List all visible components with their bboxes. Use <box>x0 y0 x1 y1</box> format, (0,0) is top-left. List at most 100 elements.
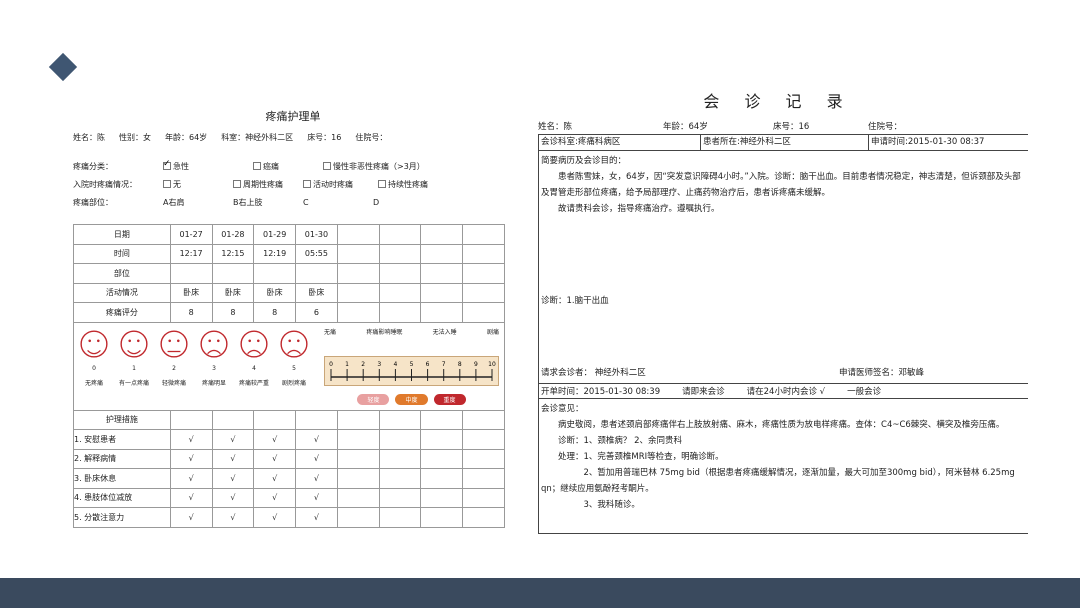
admission-label: 入院时疼痛情况： <box>73 179 137 189</box>
checkbox[interactable] <box>378 180 386 188</box>
record-cell: 12:15 <box>211 243 255 264</box>
admission-pain-row: 入院时疼痛情况： 无 周期性疼痛 活动时疼痛 持续性疼痛 <box>73 175 513 193</box>
record-cell <box>420 282 464 303</box>
checkbox-checked[interactable] <box>163 159 171 170</box>
measure-cell: √ <box>295 468 338 489</box>
category-cancer[interactable]: 癌痛 <box>253 161 323 172</box>
checkbox[interactable] <box>303 180 311 188</box>
pain-face-5: 5 剧烈疼痛 <box>277 329 311 387</box>
measure-cell <box>378 448 422 469</box>
option-general: 一般会诊 <box>847 387 882 397</box>
svg-text:10: 10 <box>488 361 496 368</box>
record-row-head: 部位 <box>73 263 171 284</box>
record-cell <box>420 243 464 264</box>
info-bed: 床号：16 <box>307 133 342 142</box>
record-cell <box>336 263 380 284</box>
pain-sheet-title: 疼痛护理单 <box>265 110 321 123</box>
order-time: 开单时间：2015-01-30 08:39 <box>541 387 661 397</box>
record-cell <box>378 282 422 303</box>
record-cell <box>336 282 380 303</box>
svg-text:3: 3 <box>377 361 381 368</box>
record-cell: 05:55 <box>295 243 338 264</box>
admission-none[interactable]: 无 <box>163 179 233 190</box>
pill-mild: 轻度 <box>357 393 390 405</box>
scale-label-nosleep: 无法入睡 <box>432 328 457 336</box>
history-paragraph-2: 故请贵科会诊，指导疼痛治疗。遵嘱执行。 <box>558 204 720 214</box>
record-row-head: 疼痛评分 <box>73 302 171 323</box>
measure-cell <box>462 487 505 508</box>
pain-category-row: 疼痛分类： 急性 癌痛 慢性非恶性疼痛（>3月） <box>73 157 513 175</box>
opinion-1: 病史敬阅，患者述颈肩部疼痛伴右上肢放射痛、麻木，疼痛性质为放电样疼痛。查体：C4… <box>558 420 1005 430</box>
record-row-head: 时间 <box>73 243 171 264</box>
pill-severe: 重度 <box>433 393 466 405</box>
measure-row-head: 1. 安慰患者 <box>73 429 171 450</box>
scale-label-sleep: 疼痛影响睡眠 <box>366 328 403 336</box>
requester: 请求会诊者： 神经外科二区 <box>541 368 646 378</box>
opinion-3: 处理：1、完善颈椎MRI等检查，明确诊断。 <box>558 452 724 462</box>
measure-cell <box>420 507 464 528</box>
admission-activity[interactable]: 活动时疼痛 <box>303 179 378 190</box>
record-cell <box>295 263 338 284</box>
record-row: 时间 12:17 12:15 12:19 05:55 <box>73 243 505 264</box>
face-label: 疼痛较严重 <box>238 379 269 387</box>
pain-face-4: 4 疼痛较严重 <box>237 329 271 387</box>
record-row: 日期 01-27 01-28 01-29 01-30 <box>73 224 505 245</box>
opinion-2: 诊断：1、颈椎病？ 2、余同贵科 <box>558 436 683 446</box>
measure-cell: √ <box>211 429 255 450</box>
record-cell: 8 <box>169 302 213 323</box>
face-number: 3 <box>212 364 216 372</box>
record-cell: 8 <box>211 302 255 323</box>
face-number: 2 <box>172 364 176 372</box>
svg-text:0: 0 <box>329 361 333 368</box>
measure-cell <box>462 429 505 450</box>
category-acute[interactable]: 急性 <box>163 159 253 172</box>
pill-moderate: 中度 <box>395 393 428 405</box>
opinion-4: 2、暂加用普瑞巴林 75mg bid（根据患者疼痛缓解情况，逐渐加量，最大可加至… <box>541 468 1015 494</box>
checkbox[interactable] <box>323 162 331 170</box>
measure-cell: √ <box>295 448 338 469</box>
site-label: 疼痛部位： <box>73 197 113 207</box>
checkbox[interactable] <box>163 180 171 188</box>
consultation-record: 会 诊 记 录 姓名：陈 年龄：64岁 床号：16 住院号： 会诊科室:疼痛科病… <box>538 88 1058 534</box>
measure-cell: √ <box>169 448 213 469</box>
measure-row: 5. 分散注意力 √ √ √ √ <box>73 507 505 528</box>
svg-text:6: 6 <box>426 361 430 368</box>
consult-name: 姓名：陈 <box>538 122 573 132</box>
admission-persistent[interactable]: 持续性疼痛 <box>378 179 428 190</box>
pain-record-table: 日期 01-27 01-28 01-29 01-30 时间 12:17 12:15 12:19 0… <box>73 224 505 528</box>
info-name: 姓名：陈 <box>73 133 105 142</box>
record-cell: 01-29 <box>253 224 297 245</box>
slide-diamond-marker <box>48 52 78 82</box>
checkbox[interactable] <box>253 162 261 170</box>
measure-cell <box>336 507 380 528</box>
record-cell: 卧床 <box>253 282 297 303</box>
measure-cell: √ <box>253 448 297 469</box>
record-cell <box>378 224 422 245</box>
measure-cell <box>378 429 422 450</box>
measure-cell: √ <box>253 429 297 450</box>
record-cell: 卧床 <box>169 282 213 303</box>
measure-row: 2. 解释病情 √ √ √ √ <box>73 448 505 469</box>
svg-text:5: 5 <box>410 361 414 368</box>
record-cell: 01-27 <box>169 224 213 245</box>
measure-cell <box>336 448 380 469</box>
measure-cell <box>462 468 505 489</box>
face-number: 1 <box>132 364 136 372</box>
face-label: 有一点疼痛 <box>118 379 149 387</box>
admission-periodic[interactable]: 周期性疼痛 <box>233 179 303 190</box>
history-section: 简要病历及会诊目的： 患者陈雪妹，女，64岁，因“突发意识障碍4小时。”入院。诊… <box>539 151 1028 347</box>
measure-cell: √ <box>169 487 213 508</box>
category-label: 疼痛分类： <box>73 161 113 171</box>
option-24h: 请在24小时内会诊 √ <box>746 387 826 397</box>
record-cell <box>462 263 505 284</box>
order-row: 开单时间：2015-01-30 08:39 请即来会诊 请在24小时内会诊 √ … <box>539 383 1028 399</box>
consult-patient-info: 姓名：陈 年龄：64岁 床号：16 住院号： <box>538 120 1058 132</box>
pain-care-sheet: 疼痛护理单 姓名：陈 性别：女 年龄：64岁 科室：神经外科二区 床号：16 住… <box>73 108 513 530</box>
category-chronic[interactable]: 慢性非恶性疼痛（>3月） <box>323 161 425 172</box>
measure-cell: √ <box>295 507 338 528</box>
face-number: 4 <box>252 364 256 372</box>
numeric-pain-scale: 无痛 疼痛影响睡眠 无法入睡 剧痛 0 1 2 3 4 5 6 7 8 9 10 轻度 中度 重度 <box>324 327 499 405</box>
site-a: A右肩 <box>163 197 185 207</box>
info-age: 年龄：64岁 <box>165 133 208 142</box>
checkbox[interactable] <box>233 180 241 188</box>
